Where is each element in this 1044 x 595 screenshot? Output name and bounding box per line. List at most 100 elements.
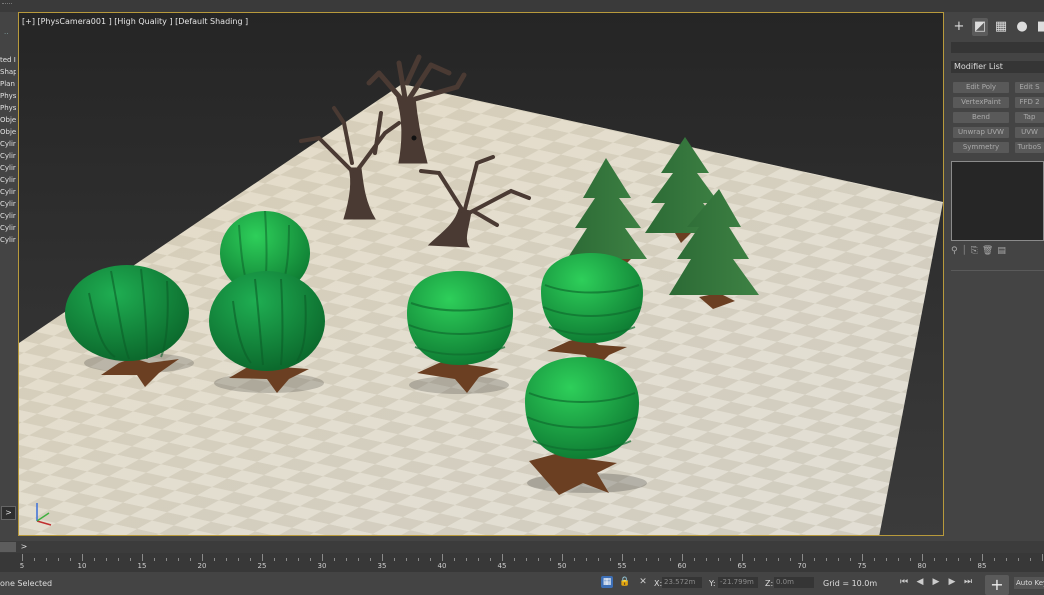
frame-tick: [1006, 558, 1007, 561]
scene-object-item[interactable]: Cylir: [0, 234, 16, 246]
frame-tick: [970, 558, 971, 561]
frame-tick: [22, 554, 23, 561]
scene-object-item[interactable]: Cylir: [0, 138, 16, 150]
frame-tick: [202, 554, 203, 561]
viewport-label[interactable]: [+] [PhysCamera001 ] [High Quality ] [De…: [22, 17, 248, 26]
frame-tick: [58, 558, 59, 561]
modifier-list-dropdown[interactable]: Modifier List: [951, 61, 1044, 73]
scene-object-item[interactable]: Shap: [0, 66, 16, 78]
scene-object-item[interactable]: Plan: [0, 78, 16, 90]
frame-tick: [670, 558, 671, 561]
scene-object-item[interactable]: Cylir: [0, 174, 16, 186]
scene-object-item[interactable]: Cylir: [0, 210, 16, 222]
frame-tick: [406, 558, 407, 561]
modifier-button[interactable]: Unwrap UVW: [953, 127, 1009, 138]
time-slider[interactable]: >: [0, 541, 1044, 553]
absolute-mode-icon[interactable]: ✕: [637, 576, 649, 588]
y-coordinate-field[interactable]: -21.799m: [718, 577, 758, 588]
x-coordinate-field[interactable]: 23.572m: [662, 577, 702, 588]
next-frame-icon[interactable]: ▶: [946, 576, 958, 588]
command-panel: + ◩ ▦ ● ■ Modifier List Edit Poly Edit S Verte…: [947, 12, 1044, 542]
scene-object-item[interactable]: Cylir: [0, 198, 16, 210]
frame-tick: [82, 554, 83, 561]
frame-tick: [586, 558, 587, 561]
frame-tick: [958, 558, 959, 561]
scene-explorer-fragment: ··: [4, 30, 9, 38]
scene-object-item[interactable]: Obje: [0, 126, 16, 138]
scene-object-item[interactable]: Phys: [0, 90, 16, 102]
frame-tick: [610, 558, 611, 561]
frame-tick: [730, 558, 731, 561]
time-slider-thumb[interactable]: [0, 542, 16, 552]
modifier-button[interactable]: Symmetry: [953, 142, 1009, 153]
scene-object-item[interactable]: Cylir: [0, 162, 16, 174]
modifier-button[interactable]: Bend: [953, 112, 1009, 123]
frame-tick: [418, 558, 419, 561]
scene-render: [19, 54, 943, 535]
show-end-result-icon[interactable]: ⏐: [962, 246, 971, 256]
grip-handle[interactable]: [2, 3, 12, 6]
pin-stack-icon[interactable]: ⚲: [951, 246, 962, 256]
time-slider-next-arrow[interactable]: >: [19, 541, 29, 553]
scene-object-item[interactable]: Obje: [0, 114, 16, 126]
modifier-button[interactable]: Edit S: [1015, 82, 1044, 93]
scene-object-item[interactable]: Cylir: [0, 150, 16, 162]
motion-icon[interactable]: ●: [1014, 18, 1030, 36]
make-unique-icon[interactable]: ⎘: [971, 246, 982, 256]
remove-modifier-icon[interactable]: 🗑: [982, 246, 997, 256]
stack-toolbar: ⚲⏐⎘🗑▤: [951, 246, 1044, 258]
z-coordinate-field[interactable]: 0.0m: [774, 577, 814, 588]
modifier-button[interactable]: Tap: [1015, 112, 1044, 123]
object-name-field[interactable]: [951, 42, 1044, 53]
frame-tick: [298, 558, 299, 561]
frame-tick: [1042, 554, 1043, 561]
display-icon[interactable]: ■: [1035, 18, 1044, 36]
isolate-selection-icon[interactable]: ▦: [601, 576, 613, 588]
modifier-button[interactable]: UVW: [1015, 127, 1044, 138]
auto-key-button[interactable]: Auto Key: [1014, 577, 1044, 589]
go-to-end-icon[interactable]: ⏭: [962, 576, 974, 588]
previous-frame-icon[interactable]: ◀: [914, 576, 926, 588]
configure-sets-icon[interactable]: ▤: [997, 246, 1010, 256]
frame-tick: [754, 558, 755, 561]
modifier-button[interactable]: VertexPaint: [953, 97, 1009, 108]
frame-tick: [790, 558, 791, 561]
frame-tick: [886, 558, 887, 561]
modify-icon[interactable]: ◩: [972, 18, 988, 36]
track-bar[interactable]: 5 10 15 20 25 30 35 40 45 50 55 60 65 70 75 80 85: [0, 553, 1044, 572]
frame-tick: [826, 558, 827, 561]
frame-tick: [34, 558, 35, 561]
frame-tick: [814, 558, 815, 561]
frame-tick-label: 25: [257, 562, 267, 570]
z-label: Z:: [765, 579, 774, 588]
frame-tick: [946, 558, 947, 561]
frame-tick: [70, 558, 71, 561]
selection-lock-icon[interactable]: 🔒: [619, 576, 631, 588]
frame-tick: [562, 554, 563, 561]
frame-tick: [286, 558, 287, 561]
hierarchy-icon[interactable]: ▦: [993, 18, 1009, 36]
expand-arrow-button[interactable]: >: [1, 506, 16, 520]
frame-tick-label: 60: [677, 562, 687, 570]
frame-tick: [142, 554, 143, 561]
set-key-button[interactable]: +: [985, 575, 1009, 595]
perspective-viewport[interactable]: [+] [PhysCamera001 ] [High Quality ] [De…: [18, 12, 944, 536]
create-icon[interactable]: +: [951, 18, 967, 36]
scene-object-item[interactable]: Phys: [0, 102, 16, 114]
frame-tick: [94, 558, 95, 561]
modifier-button[interactable]: FFD 2: [1015, 97, 1044, 108]
y-label: Y:: [709, 579, 716, 588]
frame-tick-label: 65: [737, 562, 747, 570]
frame-tick-label: 30: [317, 562, 327, 570]
modifier-button[interactable]: Edit Poly: [953, 82, 1009, 93]
selection-status: one Selected: [0, 579, 53, 588]
play-icon[interactable]: ▶: [930, 576, 942, 588]
frame-tick: [490, 558, 491, 561]
modifier-button[interactable]: TurboS: [1015, 142, 1044, 153]
frame-tick: [442, 554, 443, 561]
scene-object-item[interactable]: Cylir: [0, 222, 16, 234]
go-to-start-icon[interactable]: ⏮: [898, 576, 910, 588]
scene-object-item[interactable]: Cylir: [0, 186, 16, 198]
frame-tick: [118, 558, 119, 561]
modifier-stack[interactable]: [951, 161, 1044, 241]
